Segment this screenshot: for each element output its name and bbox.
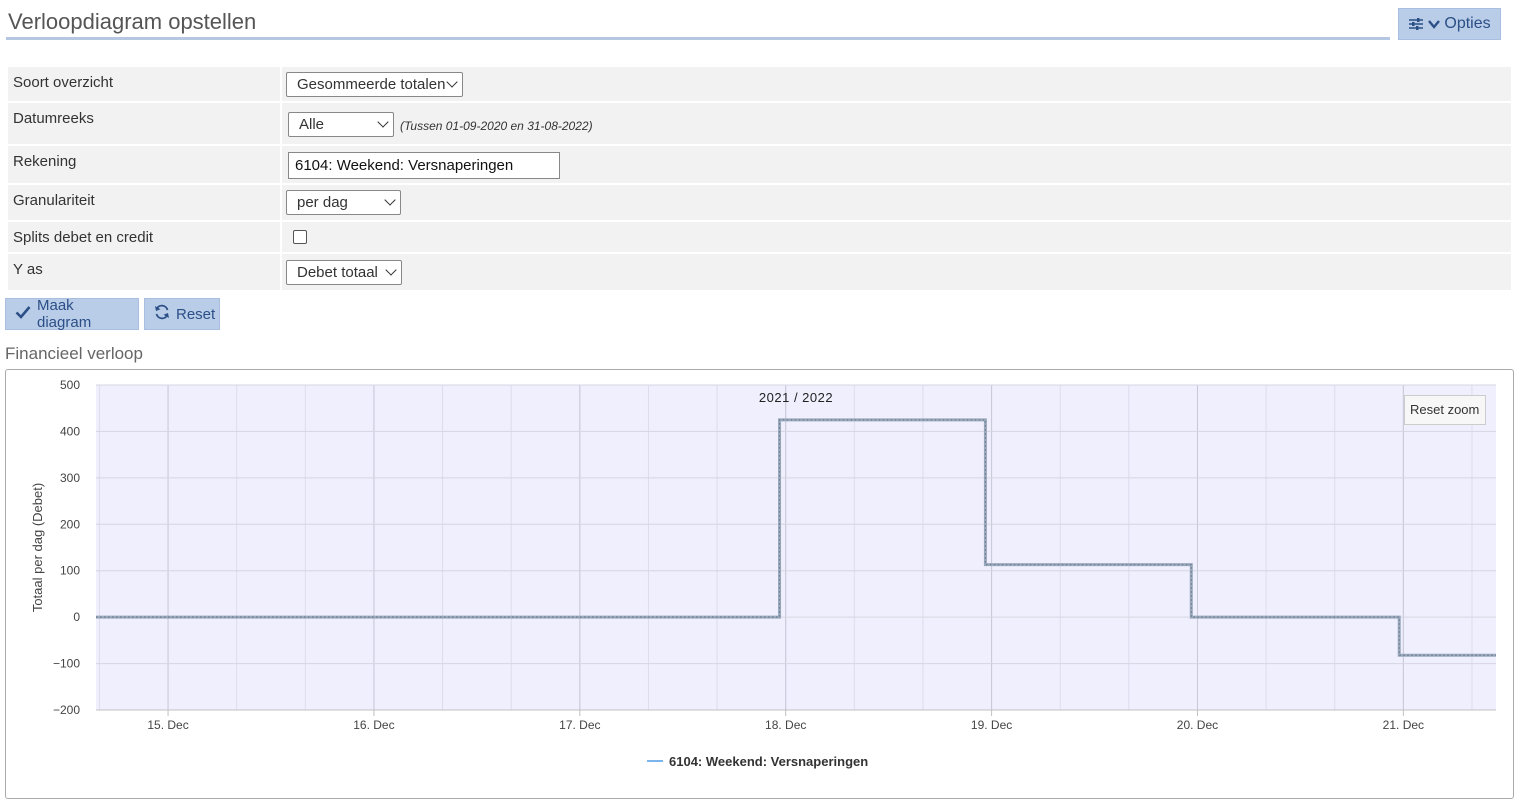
granulariteit-label: Granulariteit — [8, 185, 280, 220]
splits-cell — [282, 222, 1511, 252]
x-tick-label: 18. Dec — [765, 718, 806, 732]
soort-overzicht-select[interactable]: Gesommeerde totalen — [286, 72, 463, 97]
y-tick-label: 100 — [60, 564, 80, 578]
y-tick-label: −200 — [53, 703, 80, 717]
maak-diagram-label: Maak diagram — [37, 297, 92, 331]
sliders-icon — [1408, 17, 1424, 31]
y-tick-label: 400 — [60, 424, 80, 438]
y-as-label: Y as — [8, 254, 280, 290]
options-button[interactable]: Opties — [1398, 8, 1501, 40]
chevron-down-icon — [384, 194, 396, 206]
chevron-down-icon — [1428, 19, 1441, 29]
granulariteit-select[interactable]: per dag — [286, 190, 401, 215]
check-icon — [15, 305, 31, 323]
rekening-label: Rekening — [8, 146, 280, 183]
plot-background — [96, 385, 1496, 710]
x-tick-label: 16. Dec — [353, 718, 394, 732]
x-tick-label: 19. Dec — [971, 718, 1012, 732]
form-row-soort: Soort overzicht Gesommeerde totalen — [8, 67, 1511, 101]
chart-title: 2021 / 2022 — [759, 390, 833, 405]
options-label: Opties — [1444, 15, 1491, 32]
form-row-datumreeks: Datumreeks Alle (Tussen 01-09-2020 en 31… — [8, 103, 1511, 144]
section-title: Financieel verloop — [5, 344, 143, 363]
soort-overzicht-label: Soort overzicht — [8, 67, 280, 101]
x-tick-label: 17. Dec — [559, 718, 600, 732]
y-tick-label: 0 — [73, 610, 80, 624]
chart[interactable]: 500 400 300 200 100 0 −100 −200 15. Dec 16. Dec 17… — [6, 370, 1513, 798]
refresh-icon — [154, 304, 170, 324]
rekening-cell: 6104: Weekend: Versnaperingen — [282, 146, 1511, 183]
x-tick-label: 20. Dec — [1177, 718, 1218, 732]
datumreeks-range-note: (Tussen 01-09-2020 en 31-08-2022) — [400, 119, 593, 133]
x-tick-label: 21. Dec — [1383, 718, 1424, 732]
y-tick-label: 200 — [60, 517, 80, 531]
splits-checkbox[interactable] — [293, 230, 307, 244]
chart-container: 500 400 300 200 100 0 −100 −200 15. Dec 16. Dec 17… — [5, 369, 1514, 799]
soort-overzicht-cell: Gesommeerde totalen — [282, 67, 1511, 101]
y-tick-label: 300 — [60, 471, 80, 485]
filter-form: Soort overzicht Gesommeerde totalen Datu… — [8, 67, 1511, 292]
form-row-granulariteit: Granulariteit per dag — [8, 185, 1511, 220]
title-bar: Verloopdiagram opstellen — [6, 0, 1390, 40]
maak-diagram-button[interactable]: Maak diagram — [5, 297, 139, 331]
chevron-down-icon — [385, 264, 397, 276]
legend-label: 6104: Weekend: Versnaperingen — [669, 754, 868, 769]
chevron-down-icon — [446, 76, 458, 88]
x-tick-label: 15. Dec — [147, 718, 188, 732]
reset-button[interactable]: Reset — [144, 298, 220, 330]
soort-overzicht-value: Gesommeerde totalen — [297, 76, 446, 93]
reset-label: Reset — [176, 305, 216, 323]
y-tick-label: −100 — [53, 657, 80, 671]
y-as-value: Debet totaal — [297, 264, 378, 281]
y-axis-title: Totaal per dag (Debet) — [30, 483, 45, 612]
form-row-rekening: Rekening 6104: Weekend: Versnaperingen — [8, 146, 1511, 183]
legend: 6104: Weekend: Versnaperingen — [647, 754, 868, 769]
datumreeks-value: Alle — [299, 116, 325, 133]
y-tick-label: 500 — [60, 378, 80, 392]
y-as-cell: Debet totaal — [282, 254, 1511, 290]
page-title: Verloopdiagram opstellen — [8, 9, 257, 34]
rekening-value: 6104: Weekend: Versnaperingen — [295, 157, 514, 174]
datumreeks-cell: Alle (Tussen 01-09-2020 en 31-08-2022) — [282, 103, 1511, 144]
granulariteit-value: per dag — [297, 194, 348, 211]
granulariteit-cell: per dag — [282, 185, 1511, 220]
reset-zoom-button[interactable]: Reset zoom — [1404, 395, 1486, 425]
y-as-select[interactable]: Debet totaal — [286, 260, 402, 285]
rekening-input[interactable]: 6104: Weekend: Versnaperingen — [288, 152, 560, 179]
datumreeks-label: Datumreeks — [8, 103, 280, 144]
chevron-down-icon — [377, 116, 389, 128]
datumreeks-select[interactable]: Alle — [288, 112, 394, 137]
splits-label: Splits debet en credit — [8, 222, 280, 252]
form-row-y-as: Y as Debet totaal — [8, 254, 1511, 290]
form-row-splits: Splits debet en credit — [8, 222, 1511, 252]
